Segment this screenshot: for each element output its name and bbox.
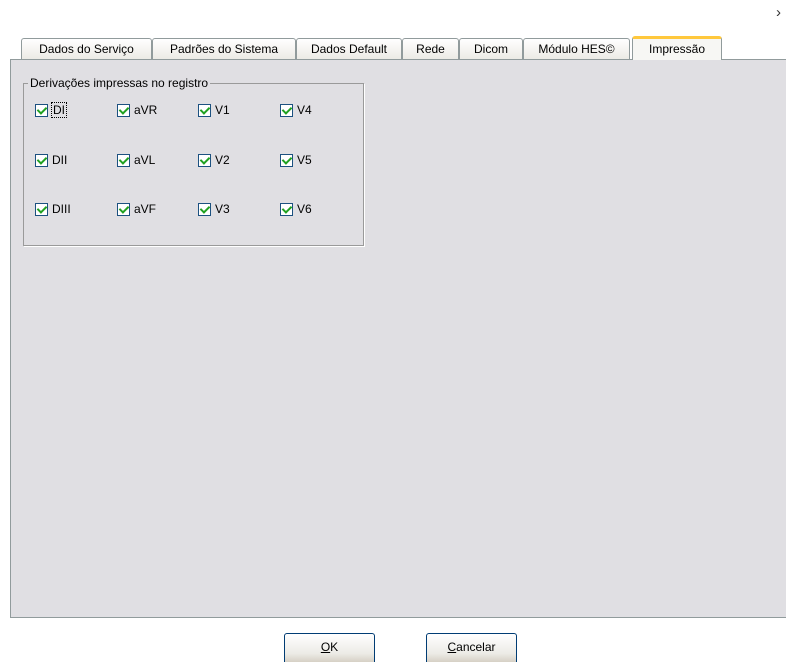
cancel-mnemonic: C [447, 640, 457, 654]
check-icon[interactable] [280, 153, 293, 167]
checkbox-diii[interactable]: DIII [35, 201, 71, 217]
check-icon[interactable] [117, 103, 130, 117]
check-icon[interactable] [35, 153, 48, 167]
check-icon[interactable] [198, 202, 211, 216]
checkbox-label: V2 [215, 153, 230, 167]
checkbox-label: V5 [297, 153, 312, 167]
tab-dados-do-servico[interactable]: Dados do Serviço [21, 38, 152, 59]
checkbox-label: V6 [297, 202, 312, 216]
check-icon[interactable] [198, 103, 211, 117]
close-icon[interactable]: › [776, 4, 786, 22]
check-icon[interactable] [117, 153, 130, 167]
cancel-button[interactable]: Cancelar [426, 633, 517, 662]
check-icon[interactable] [117, 202, 130, 216]
checkbox-label: aVF [134, 202, 157, 216]
checkbox-di[interactable]: DI [35, 102, 67, 118]
checkbox-label: V4 [297, 103, 312, 117]
tab-panel-impressao: Derivações impressas no registro DI aVR … [10, 59, 786, 618]
check-icon[interactable] [198, 153, 211, 167]
checkbox-label: DIII [52, 202, 71, 216]
check-icon[interactable] [280, 103, 293, 117]
checkbox-dii[interactable]: DII [35, 152, 67, 168]
tab-rede[interactable]: Rede [402, 38, 459, 59]
check-icon[interactable] [280, 202, 293, 216]
checkbox-v2[interactable]: V2 [198, 152, 230, 168]
ok-label: K [330, 640, 339, 654]
group-title: Derivações impressas no registro [28, 76, 211, 91]
checkbox-avl[interactable]: aVL [117, 152, 155, 168]
tab-impressao[interactable]: Impressão [632, 36, 722, 60]
checkbox-v1[interactable]: V1 [198, 102, 230, 118]
checkbox-v4[interactable]: V4 [280, 102, 312, 118]
checkbox-label: aVL [134, 153, 156, 167]
checkbox-label: DI [51, 102, 67, 118]
leads-groupbox: Derivações impressas no registro DI aVR … [23, 76, 364, 246]
tab-dados-default[interactable]: Dados Default [296, 38, 402, 59]
checkbox-v6[interactable]: V6 [280, 201, 312, 217]
tab-dicom[interactable]: Dicom [459, 38, 523, 59]
check-icon[interactable] [35, 202, 48, 216]
checkbox-avf[interactable]: aVF [117, 201, 156, 217]
checkbox-avr[interactable]: aVR [117, 102, 157, 118]
cancel-label: ancelar [456, 640, 496, 654]
checkbox-v3[interactable]: V3 [198, 201, 230, 217]
checkbox-label: V1 [215, 103, 230, 117]
tab-padroes-do-sistema[interactable]: Padrões do Sistema [152, 38, 296, 59]
ok-mnemonic: O [320, 640, 331, 654]
checkbox-label: V3 [215, 202, 230, 216]
tab-modulo-hes[interactable]: Módulo HES© [523, 38, 630, 59]
checkbox-label: DII [52, 153, 68, 167]
checkbox-v5[interactable]: V5 [280, 152, 312, 168]
checkbox-label: aVR [134, 103, 158, 117]
ok-button[interactable]: OK [284, 633, 375, 662]
check-icon[interactable] [35, 103, 48, 117]
